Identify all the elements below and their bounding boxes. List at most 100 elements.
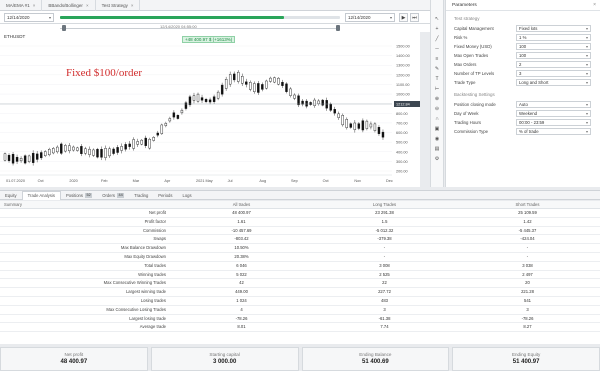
candle-body bbox=[152, 136, 155, 141]
table-header: Summary All trades Long Trades Short Tra… bbox=[0, 201, 600, 209]
param-value: 2 bbox=[519, 62, 522, 67]
candle-body bbox=[285, 83, 288, 92]
param-value: Long and Short bbox=[519, 80, 549, 85]
trash-icon[interactable]: ▤ bbox=[431, 144, 443, 154]
horizontal-line-icon[interactable]: ─ bbox=[431, 44, 443, 54]
metric-label: Max Consecutive Winning Trades bbox=[103, 280, 166, 286]
all-trades-value: 1.61 bbox=[237, 218, 246, 224]
param-row: Risk % 1 % ▾ bbox=[446, 33, 600, 42]
close-icon[interactable]: × bbox=[593, 0, 596, 11]
lock-icon[interactable]: ▣ bbox=[431, 124, 443, 134]
param-value: Fixed lots bbox=[519, 26, 538, 31]
column-header: Long Trades bbox=[372, 202, 397, 207]
price-chart[interactable]: 1500.00 1400.00 1300.00 1200.00 1100.00 1000.… bbox=[0, 32, 420, 187]
candle-body bbox=[196, 93, 200, 102]
candle-body bbox=[192, 95, 196, 101]
tab-test-strategy[interactable]: Test Strategy × bbox=[96, 0, 141, 11]
zoom-in-icon[interactable]: ⊕ bbox=[431, 94, 443, 104]
tab-bbands[interactable]: BBands/Bollinger × bbox=[42, 0, 96, 11]
parameters-panel: Parameters × Test strategy Capital Manage… bbox=[445, 0, 600, 187]
candle-body bbox=[180, 109, 184, 114]
summary-cards: Net profit 48 400.97 Starting capital 3 000… bbox=[0, 345, 600, 371]
pl-badge: +48 400.97 $ (+1613%) bbox=[182, 36, 236, 43]
param-value: Auto bbox=[519, 102, 528, 107]
timeline-slider-row: 12/14/2020 04:55:00 bbox=[0, 24, 430, 32]
results-tab-label: Logs bbox=[182, 192, 192, 198]
param-value-field[interactable]: Auto ▾ bbox=[516, 101, 591, 108]
short-trades-value: 3 038 bbox=[522, 262, 533, 268]
step-button[interactable]: ⏭ bbox=[410, 13, 419, 22]
close-icon[interactable]: × bbox=[33, 0, 36, 11]
calendar-icon[interactable]: ▾ bbox=[390, 14, 392, 21]
candle-body bbox=[144, 137, 147, 146]
zoom-out-icon[interactable]: ⊖ bbox=[431, 104, 443, 114]
long-trades-value: 483 bbox=[381, 297, 388, 303]
settings-icon[interactable]: ⚙ bbox=[431, 154, 443, 164]
param-value-field[interactable]: 00:00 - 23:59 ▾ bbox=[516, 119, 591, 126]
candle-body bbox=[349, 123, 353, 128]
ruler-icon[interactable]: ⊢ bbox=[431, 84, 443, 94]
close-icon[interactable]: × bbox=[86, 0, 89, 11]
param-row: Trading Hours 00:00 - 23:59 ▾ bbox=[446, 118, 600, 127]
param-value-field[interactable]: Long and Short ▾ bbox=[516, 79, 591, 86]
candle-body bbox=[72, 146, 75, 151]
end-date-input[interactable]: 12/14/2020 ▾ bbox=[345, 13, 395, 22]
magnet-icon[interactable]: ∩ bbox=[431, 114, 443, 124]
start-date-input[interactable]: 12/14/2020 ▾ bbox=[4, 13, 54, 22]
eye-icon[interactable]: ◉ bbox=[431, 134, 443, 144]
results-tab[interactable]: Trade Analysis bbox=[21, 190, 61, 200]
stat-label: Net profit bbox=[64, 352, 84, 357]
calendar-icon[interactable]: ▾ bbox=[49, 14, 51, 21]
param-value-field[interactable]: Weekend ▾ bbox=[516, 110, 591, 117]
candlestick-chart[interactable]: 1500.00 1400.00 1300.00 1200.00 1100.00 1000.… bbox=[0, 32, 420, 187]
param-value-field[interactable]: 3 ▾ bbox=[516, 70, 591, 77]
results-tab[interactable]: Logs bbox=[177, 191, 196, 200]
param-value-field[interactable]: 2 ▾ bbox=[516, 61, 591, 68]
table-row: Commission -10 457.69 -5 012.32 -5 445.37 bbox=[0, 227, 600, 236]
timeline-end-handle[interactable] bbox=[336, 25, 340, 31]
trendline-icon[interactable]: ╱ bbox=[431, 34, 443, 44]
candle-body bbox=[132, 139, 135, 149]
stat-label: Starting capital bbox=[209, 352, 240, 357]
fibonacci-icon[interactable]: ≡ bbox=[431, 54, 443, 64]
brush-icon[interactable]: ✎ bbox=[431, 64, 443, 74]
candle-body bbox=[48, 149, 51, 156]
results-tab[interactable]: Orders 44 bbox=[97, 191, 129, 200]
table-row: Max Balance Drawdown 10.50% - - bbox=[0, 244, 600, 253]
candle-body bbox=[84, 148, 87, 154]
x-tick-label: Jul bbox=[228, 179, 233, 183]
candle-body bbox=[128, 143, 131, 147]
results-tab[interactable]: Equity bbox=[0, 191, 22, 200]
play-button[interactable]: ▶ bbox=[399, 13, 408, 22]
param-label: Capital Management bbox=[454, 26, 494, 31]
tab-ma-ema[interactable]: MA/EMA #1 × bbox=[0, 0, 43, 11]
candle-body bbox=[68, 145, 71, 152]
candle-body bbox=[19, 158, 23, 162]
short-trades-value: 541 bbox=[524, 297, 531, 303]
candle-body bbox=[345, 119, 348, 128]
strategy-section-title: Test strategy bbox=[454, 16, 480, 21]
results-tab[interactable]: Positions 52 bbox=[61, 191, 97, 200]
text-icon[interactable]: T bbox=[431, 74, 443, 84]
short-trades-value: 2 497 bbox=[522, 271, 533, 277]
param-value-field[interactable]: 100 ▾ bbox=[516, 43, 591, 50]
crosshair-icon[interactable]: + bbox=[431, 24, 443, 34]
metric-label: Max Equity Drawdown bbox=[124, 253, 166, 259]
candle-body bbox=[273, 77, 276, 83]
timeline-start-handle[interactable] bbox=[62, 25, 66, 31]
results-tab[interactable]: Trading bbox=[129, 191, 153, 200]
candle-body bbox=[35, 153, 39, 160]
short-trades-value: -424.04 bbox=[520, 236, 535, 242]
cursor-icon[interactable]: ↖ bbox=[431, 14, 443, 24]
param-value-field[interactable]: 1 % ▾ bbox=[516, 34, 591, 41]
param-value-field[interactable]: 100 ▾ bbox=[516, 52, 591, 59]
all-trades-value: -10 457.69 bbox=[231, 227, 252, 233]
symbol-label: ETHUSDT bbox=[4, 34, 26, 39]
close-icon[interactable]: × bbox=[131, 0, 134, 11]
x-tick-label: Nov bbox=[354, 179, 361, 183]
param-value-field[interactable]: % of trade ▾ bbox=[516, 128, 591, 135]
param-label: Trading Hours bbox=[454, 120, 482, 125]
timeline-track[interactable] bbox=[60, 28, 340, 29]
results-tab[interactable]: Periods bbox=[153, 191, 177, 200]
param-value-field[interactable]: Fixed lots ▾ bbox=[516, 25, 591, 32]
